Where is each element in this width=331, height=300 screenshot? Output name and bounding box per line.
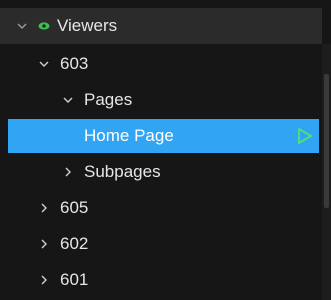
chevron-right-icon[interactable]: [60, 164, 76, 180]
tree-item-home-page[interactable]: Home Page: [8, 119, 319, 153]
tree-item-label: Pages: [84, 90, 133, 109]
chevron-right-icon[interactable]: [36, 272, 52, 288]
tree-item-605[interactable]: 605: [0, 191, 322, 225]
chevron-down-icon[interactable]: [36, 56, 52, 72]
play-icon[interactable]: [297, 127, 313, 145]
tree-item-601[interactable]: 601: [0, 263, 322, 297]
tree-root-viewers[interactable]: Viewers: [0, 8, 322, 44]
tree-item-label: 603: [60, 54, 89, 73]
chevron-down-icon[interactable]: [60, 92, 76, 108]
chevron-right-icon[interactable]: [36, 200, 52, 216]
tree-item-label: 601: [60, 270, 89, 289]
chevron-down-icon[interactable]: [14, 18, 30, 34]
viewers-tree-panel: Viewers 603 Pages Home Page Subpages 605…: [0, 0, 331, 300]
tree-root-label: Viewers: [57, 16, 118, 35]
eye-icon: [38, 20, 50, 32]
tree-item-label: 602: [60, 234, 89, 253]
tree-item-label: 605: [60, 198, 89, 217]
tree-item-603[interactable]: 603: [0, 47, 322, 81]
tree-item-602[interactable]: 602: [0, 227, 322, 261]
tree-item-label: Home Page: [84, 126, 174, 145]
tree-item-pages[interactable]: Pages: [0, 83, 322, 117]
scrollbar-thumb[interactable]: [324, 74, 329, 208]
tree-item-label: Subpages: [84, 162, 161, 181]
tree-item-subpages[interactable]: Subpages: [0, 155, 322, 189]
chevron-right-icon[interactable]: [36, 236, 52, 252]
